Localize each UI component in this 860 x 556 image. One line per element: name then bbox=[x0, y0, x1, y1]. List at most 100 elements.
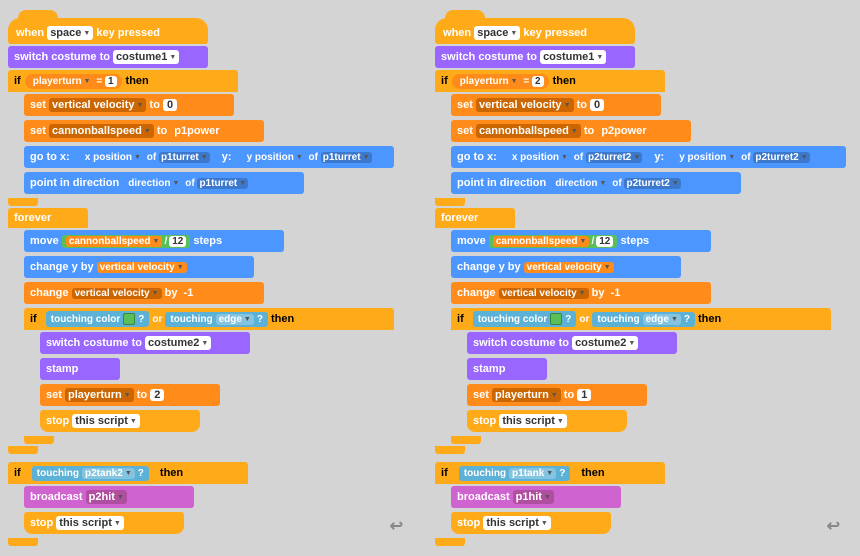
forever-label-1[interactable]: forever bbox=[8, 208, 88, 228]
switch-costume-block-2[interactable]: switch costume to costume1 bbox=[435, 46, 635, 68]
key-dropdown-1[interactable]: space bbox=[47, 26, 93, 40]
condition-playerturn-1: playerturn = 1 bbox=[25, 74, 122, 89]
set-vertical-vel-2[interactable]: set vertical velocity to 0 bbox=[451, 94, 661, 116]
if-touch-header-1[interactable]: if touching color ? or touching edge ? t… bbox=[24, 308, 394, 330]
set-vertical-vel-1[interactable]: set vertical velocity to 0 bbox=[24, 94, 234, 116]
key-dropdown-2[interactable]: space bbox=[474, 26, 520, 40]
cannonball-var-2[interactable]: cannonballspeed bbox=[476, 124, 581, 138]
direction-dropdown-1[interactable]: direction bbox=[125, 177, 182, 190]
set-cannonball-1[interactable]: set cannonballspeed to p1power bbox=[24, 120, 264, 142]
broadcast-p2hit[interactable]: broadcast p2hit bbox=[24, 486, 194, 508]
cannonball-speed-op-2[interactable]: cannonballspeed bbox=[493, 236, 590, 247]
set-cannonball-2[interactable]: set cannonballspeed to p2power bbox=[451, 120, 691, 142]
hat-block-2[interactable]: when space key pressed bbox=[435, 18, 635, 44]
point-dir-2[interactable]: point in direction direction of p2turret… bbox=[451, 172, 741, 194]
if-touch-header-2[interactable]: if touching color ? or touching edge ? t… bbox=[451, 308, 831, 330]
forever-block-1: forever move cannonballspeed / 12 steps … bbox=[8, 208, 415, 454]
switch-costume-2b[interactable]: switch costume to costume2 bbox=[467, 332, 677, 354]
p1hit-dropdown[interactable]: p1hit bbox=[513, 490, 554, 504]
change-vel-1[interactable]: change vertical velocity by -1 bbox=[24, 282, 264, 304]
switch-costume-block-1[interactable]: switch costume to costume1 bbox=[8, 46, 208, 68]
stop-script-1a[interactable]: stop this script bbox=[40, 410, 200, 432]
y-pos-dropdown-2[interactable]: y position bbox=[676, 151, 738, 164]
playerturn-val-2[interactable]: 2 bbox=[532, 76, 544, 87]
forever-footer-1 bbox=[8, 446, 38, 454]
p2tank-dropdown[interactable]: p2tank2 bbox=[82, 468, 135, 479]
change-y-1[interactable]: change y by vertical velocity bbox=[24, 256, 254, 278]
p1tank-dropdown[interactable]: p1tank bbox=[509, 468, 556, 479]
edge-dropdown-1[interactable]: edge bbox=[216, 314, 254, 325]
key-pressed-label: key pressed bbox=[96, 27, 160, 39]
stop-dropdown-1b[interactable]: this script bbox=[56, 516, 124, 530]
stop-script-1b[interactable]: stop this script bbox=[24, 512, 184, 534]
switch-costume-2a[interactable]: switch costume to costume2 bbox=[40, 332, 250, 354]
y-pos-dropdown-1[interactable]: y position bbox=[244, 151, 306, 164]
vertical-vel-var-2[interactable]: vertical velocity bbox=[476, 98, 574, 112]
p2turret-dir-dropdown[interactable]: p2turret2 bbox=[624, 178, 680, 189]
point-dir-1[interactable]: point in direction direction of p1turret bbox=[24, 172, 304, 194]
playerturn-val-1[interactable]: 1 bbox=[105, 76, 117, 87]
color-swatch-green-1 bbox=[123, 313, 135, 325]
move-block-1[interactable]: move cannonballspeed / 12 steps bbox=[24, 230, 284, 252]
if-header-1[interactable]: if playerturn = 1 then bbox=[8, 70, 238, 92]
touching-color-2: touching color ? bbox=[473, 311, 577, 327]
vertical-vel-y-1[interactable]: vertical velocity bbox=[97, 262, 187, 273]
costume2-dropdown-1[interactable]: costume2 bbox=[145, 336, 211, 350]
if-header-2[interactable]: if playerturn = 2 then bbox=[435, 70, 665, 92]
then-label-1: then bbox=[126, 75, 149, 87]
broadcast-p1hit[interactable]: broadcast p1hit bbox=[451, 486, 621, 508]
costume-dropdown-2[interactable]: costume1 bbox=[540, 50, 606, 64]
costume-dropdown-1[interactable]: costume1 bbox=[113, 50, 179, 64]
set-playerturn-1[interactable]: set playerturn to 2 bbox=[40, 384, 220, 406]
x-pos-of-2: x position of p2turret2 bbox=[506, 150, 645, 165]
switch-costume-label: switch costume to bbox=[14, 51, 110, 63]
p1turret-dir-dropdown[interactable]: p1turret bbox=[197, 178, 248, 189]
change-vel-var-1[interactable]: vertical velocity bbox=[72, 288, 162, 299]
if-p2tank-header[interactable]: if touching p2tank2 ? then bbox=[8, 462, 248, 484]
edge-dropdown-2[interactable]: edge bbox=[643, 314, 681, 325]
costume2-dropdown-2[interactable]: costume2 bbox=[572, 336, 638, 350]
gap-1 bbox=[8, 454, 415, 462]
p1turret-dropdown-2[interactable]: p1turret bbox=[321, 152, 372, 163]
if-p1tank-header[interactable]: if touching p1tank ? then bbox=[435, 462, 665, 484]
change-vel-2[interactable]: change vertical velocity by -1 bbox=[451, 282, 711, 304]
cannonball-div-op: cannonballspeed / 12 bbox=[62, 235, 191, 248]
p2turret-dropdown-2[interactable]: p2turret2 bbox=[753, 152, 809, 163]
p1turret-dropdown-1[interactable]: p1turret bbox=[159, 152, 210, 163]
playerturn-var-2[interactable]: playerturn bbox=[457, 75, 521, 88]
playerturn-set-val-2: 1 bbox=[577, 389, 591, 401]
forever-label-2[interactable]: forever bbox=[435, 208, 515, 228]
goto-block-1[interactable]: go to x: x position of p1turret y: y pos… bbox=[24, 146, 394, 168]
goto-block-2[interactable]: go to x: x position of p2turret2 y: y po… bbox=[451, 146, 846, 168]
p2hit-dropdown[interactable]: p2hit bbox=[86, 490, 127, 504]
hat-block-1[interactable]: when space key pressed bbox=[8, 18, 208, 44]
stamp-block-1[interactable]: stamp bbox=[40, 358, 120, 380]
playerturn-set-var-2[interactable]: playerturn bbox=[492, 388, 561, 402]
x-pos-dropdown-2[interactable]: x position bbox=[509, 151, 571, 164]
move-block-2[interactable]: move cannonballspeed / 12 steps bbox=[451, 230, 711, 252]
stop-script-2a[interactable]: stop this script bbox=[467, 410, 627, 432]
forever-block-2: forever move cannonballspeed / 12 steps … bbox=[435, 208, 852, 454]
vertical-vel-var-1[interactable]: vertical velocity bbox=[49, 98, 147, 112]
stop-dropdown-2a[interactable]: this script bbox=[499, 414, 567, 428]
cannonball-var-1[interactable]: cannonballspeed bbox=[49, 124, 154, 138]
vertical-vel-y-2[interactable]: vertical velocity bbox=[524, 262, 614, 273]
script-column-2: when space key pressed switch costume to… bbox=[435, 8, 852, 548]
vel-val-1: 0 bbox=[163, 99, 177, 111]
stamp-block-2[interactable]: stamp bbox=[467, 358, 547, 380]
neg-one-1: -1 bbox=[181, 287, 197, 299]
p2turret-dropdown-1[interactable]: p2turret2 bbox=[586, 152, 642, 163]
stop-script-2b[interactable]: stop this script bbox=[451, 512, 611, 534]
playerturn-set-val-1: 2 bbox=[150, 389, 164, 401]
cannonball-speed-op[interactable]: cannonballspeed bbox=[66, 236, 163, 247]
stop-dropdown-2b[interactable]: this script bbox=[483, 516, 551, 530]
playerturn-var-1[interactable]: playerturn bbox=[30, 75, 94, 88]
playerturn-set-var-1[interactable]: playerturn bbox=[65, 388, 134, 402]
change-y-2[interactable]: change y by vertical velocity bbox=[451, 256, 681, 278]
x-pos-dropdown-1[interactable]: x position bbox=[82, 151, 144, 164]
set-playerturn-2[interactable]: set playerturn to 1 bbox=[467, 384, 647, 406]
change-vel-var-2[interactable]: vertical velocity bbox=[499, 288, 589, 299]
stop-dropdown-1a[interactable]: this script bbox=[72, 414, 140, 428]
direction-dropdown-2[interactable]: direction bbox=[552, 177, 609, 190]
touching-edge-1: touching edge ? bbox=[165, 312, 268, 327]
